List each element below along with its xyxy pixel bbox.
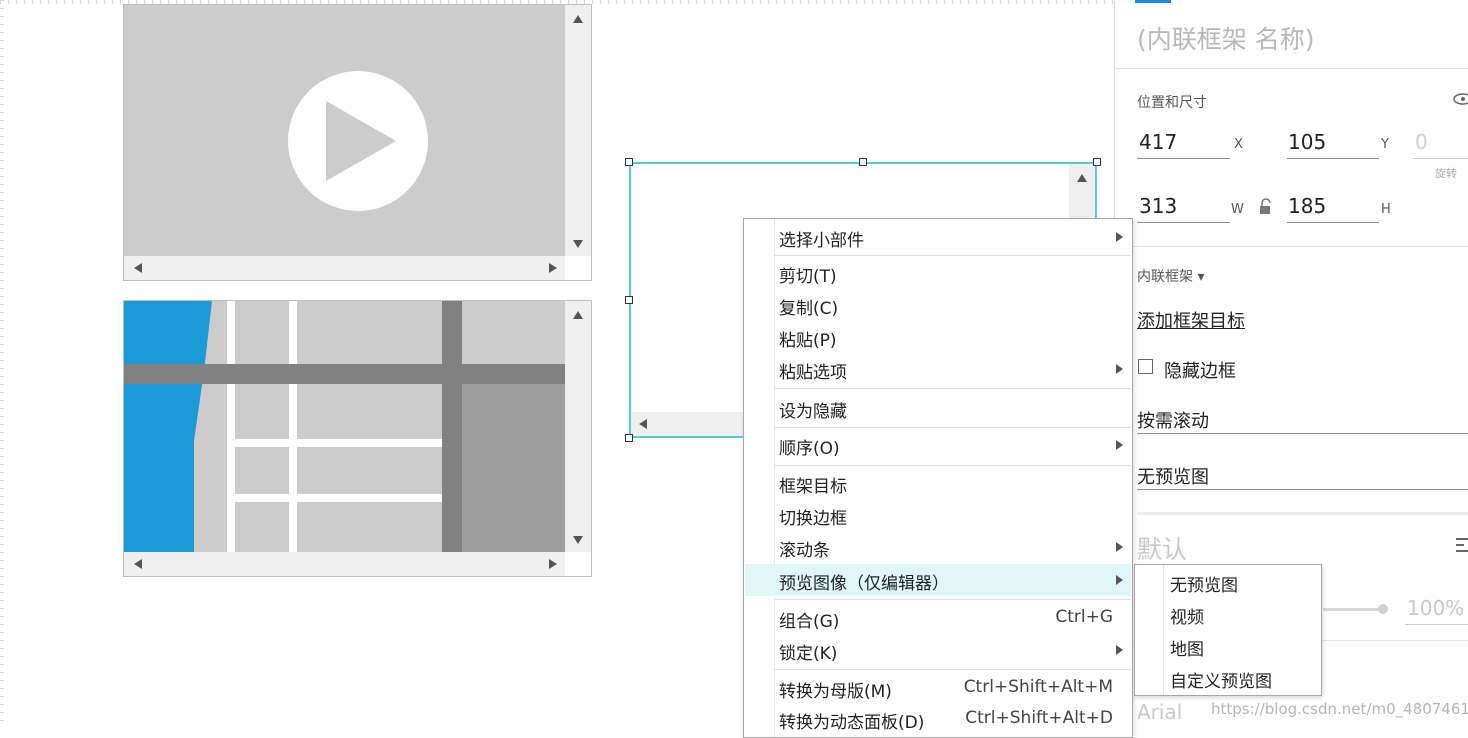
eye-icon[interactable]	[1453, 92, 1468, 106]
active-tab-indicator	[1135, 0, 1171, 3]
submenu-item-map[interactable]: 地图	[1136, 630, 1320, 662]
section-divider	[1137, 512, 1468, 515]
x-label: X	[1234, 137, 1243, 152]
menu-item-group[interactable]: 组合(G) Ctrl+G	[745, 602, 1131, 634]
map-illustration	[124, 301, 566, 553]
scrollbar-corner	[565, 552, 591, 576]
hide-border-label: 隐藏边框	[1164, 361, 1236, 382]
scroll-up-icon[interactable]	[573, 311, 583, 319]
scrollbar-corner	[565, 256, 591, 280]
style-select[interactable]: 默认	[1137, 530, 1187, 566]
left-ruler	[0, 0, 4, 727]
menu-item-preview-image[interactable]: 预览图像（仅编辑器）	[745, 564, 1131, 596]
vertical-scrollbar[interactable]	[565, 301, 591, 552]
video-inline-frame[interactable]	[123, 4, 592, 281]
menu-item-copy[interactable]: 复制(C)	[745, 289, 1131, 321]
preview-image-submenu: 无预览图 视频 地图 自定义预览图	[1134, 564, 1322, 696]
vertical-scrollbar[interactable]	[565, 5, 591, 256]
menu-item-convert-to-dynamic-panel[interactable]: 转换为动态面板(D) Ctrl+Shift+Alt+D	[745, 703, 1131, 735]
horizontal-scrollbar[interactable]	[124, 256, 565, 280]
x-input[interactable]: 417	[1139, 130, 1177, 154]
map-inline-frame[interactable]	[123, 300, 592, 577]
lock-icon[interactable]	[1258, 198, 1274, 216]
resize-handle-bottom-left[interactable]	[625, 434, 633, 442]
font-family-select[interactable]: Arial	[1137, 700, 1182, 724]
add-frame-target-link[interactable]: 添加框架目标	[1137, 307, 1245, 333]
menu-item-cut[interactable]: 剪切(T)	[745, 257, 1131, 289]
submenu-item-custom-preview[interactable]: 自定义预览图	[1136, 662, 1320, 694]
submenu-arrow-icon	[1116, 232, 1123, 242]
h-label: H	[1381, 202, 1391, 217]
menu-item-paste-options[interactable]: 粘贴选项	[745, 353, 1131, 385]
menu-item-paste[interactable]: 粘贴(P)	[745, 321, 1131, 353]
menu-item-scrollbars[interactable]: 滚动条	[745, 531, 1131, 563]
scroll-up-icon[interactable]	[1077, 174, 1087, 182]
watermark-text: https://blog.csdn.net/m0_48074617	[1211, 700, 1468, 718]
submenu-item-no-preview[interactable]: 无预览图	[1136, 566, 1320, 598]
scroll-right-icon[interactable]	[549, 263, 557, 273]
w-input[interactable]: 313	[1139, 194, 1177, 218]
menu-item-toggle-border[interactable]: 切换边框	[745, 499, 1131, 531]
resize-handle-top-right[interactable]	[1093, 158, 1101, 166]
y-input[interactable]: 105	[1288, 130, 1326, 154]
rotation-input[interactable]: 0	[1415, 130, 1428, 154]
context-menu: 选择小部件 剪切(T) 复制(C) 粘贴(P) 粘贴选项 设为隐藏 顺序(O) …	[743, 218, 1133, 738]
menu-item-lock[interactable]: 锁定(K)	[745, 634, 1131, 666]
rotation-label: 旋转	[1435, 167, 1457, 180]
submenu-arrow-icon	[1116, 364, 1123, 374]
position-size-label: 位置和尺寸	[1137, 95, 1207, 111]
scroll-left-icon[interactable]	[134, 559, 142, 569]
horizontal-scrollbar[interactable]	[124, 552, 565, 576]
opacity-slider-track[interactable]	[1323, 608, 1383, 611]
y-label: Y	[1381, 137, 1389, 152]
scroll-right-icon[interactable]	[549, 559, 557, 569]
opacity-slider-thumb[interactable]	[1378, 604, 1388, 614]
submenu-arrow-icon	[1116, 542, 1123, 552]
hide-border-checkbox[interactable]	[1138, 359, 1153, 374]
style-manager-icon[interactable]	[1455, 536, 1468, 554]
submenu-arrow-icon	[1116, 645, 1123, 655]
h-input[interactable]: 185	[1288, 194, 1326, 218]
w-label: W	[1231, 202, 1244, 217]
scroll-down-icon[interactable]	[573, 240, 583, 248]
preview-image-select[interactable]: 无预览图	[1137, 463, 1209, 489]
submenu-arrow-icon	[1116, 575, 1123, 585]
submenu-item-video[interactable]: 视频	[1136, 598, 1320, 630]
resize-handle-left[interactable]	[625, 296, 633, 304]
scrollbar-select[interactable]: 按需滚动	[1137, 407, 1209, 433]
menu-item-order[interactable]: 顺序(O)	[745, 429, 1131, 461]
resize-handle-top[interactable]	[859, 158, 867, 166]
scroll-left-icon[interactable]	[134, 263, 142, 273]
menu-item-set-hidden[interactable]: 设为隐藏	[745, 392, 1131, 424]
inline-frame-section-toggle[interactable]: 内联框架 ▾	[1137, 266, 1204, 286]
widget-name-field[interactable]: (内联框架 名称)	[1137, 20, 1314, 56]
play-icon	[288, 71, 428, 211]
opacity-input[interactable]: 100%	[1407, 596, 1464, 620]
scroll-up-icon[interactable]	[573, 15, 583, 23]
submenu-arrow-icon	[1116, 440, 1123, 450]
scroll-left-icon[interactable]	[639, 419, 647, 429]
menu-item-convert-to-master[interactable]: 转换为母版(M) Ctrl+Shift+Alt+M	[745, 672, 1131, 704]
resize-handle-top-left[interactable]	[625, 158, 633, 166]
scroll-down-icon[interactable]	[573, 536, 583, 544]
menu-item-frame-target[interactable]: 框架目标	[745, 467, 1131, 499]
menu-item-select-widgets[interactable]: 选择小部件	[745, 221, 1131, 253]
